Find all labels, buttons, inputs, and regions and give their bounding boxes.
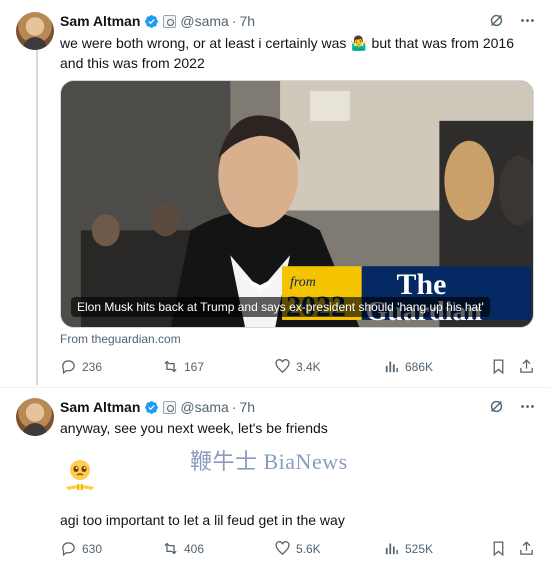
tweet-1[interactable]: Sam Altman @sama · 7h we were both wrong…: [0, 0, 550, 388]
share-icon: [520, 541, 533, 555]
heart-icon: [275, 541, 290, 556]
views-count: 686K: [405, 359, 434, 374]
avatar[interactable]: [16, 398, 54, 436]
tweet-text: we were both wrong, or at least i certai…: [60, 35, 514, 71]
link-card[interactable]: from 2022 The Guardian Elon Musk hits ba…: [60, 80, 534, 328]
bookmark-button[interactable]: [490, 358, 507, 375]
card-headline: Elon Musk hits back at Trump and says ex…: [71, 297, 490, 317]
views-button[interactable]: 686K: [383, 358, 433, 375]
pleading-face-emoji-icon: [66, 460, 94, 490]
like-button[interactable]: 3.4K: [274, 358, 321, 375]
views-chart-icon: [385, 361, 398, 373]
repost-count: 406: [184, 541, 205, 556]
svg-text:from: from: [290, 275, 316, 290]
views-button[interactable]: 525K: [383, 540, 433, 557]
reply-button[interactable]: 236: [60, 358, 102, 375]
more-options-icon[interactable]: [519, 398, 536, 415]
tweet-text-line-1: anyway, see you next week, let's be frie…: [60, 420, 328, 436]
verified-badge-icon: [145, 400, 159, 414]
header-separator: ·: [231, 13, 237, 29]
tweet-time[interactable]: 7h: [240, 13, 256, 29]
repost-count: 167: [184, 359, 205, 374]
reply-count: 630: [82, 541, 103, 556]
bookmark-icon: [493, 359, 504, 375]
like-count: 5.6K: [296, 541, 321, 556]
watermark-logo: 鞭牛士 BiaNews: [190, 449, 348, 474]
tweet-top-actions: [488, 12, 536, 29]
repost-icon: [164, 360, 177, 373]
thread-connector-line: [36, 50, 38, 385]
bookmark-button[interactable]: [490, 540, 507, 557]
author-handle[interactable]: @sama: [180, 13, 228, 29]
author-name[interactable]: Sam Altman: [60, 13, 140, 29]
tweet-top-actions: [488, 398, 536, 415]
heart-icon: [275, 359, 290, 374]
bookmark-icon: [493, 541, 504, 557]
share-button[interactable]: [518, 358, 535, 375]
reply-count: 236: [82, 359, 103, 374]
author-handle[interactable]: @sama: [180, 399, 228, 415]
reply-icon: [62, 360, 75, 375]
tweet-2[interactable]: Sam Altman @sama · 7h anyway, see you ne…: [0, 388, 550, 567]
repost-button[interactable]: 167: [162, 358, 204, 375]
tweet-header: Sam Altman @sama · 7h: [60, 12, 255, 30]
tweet-actions-bar: 630 406 5.6K 525K: [60, 540, 538, 560]
reply-icon: [62, 542, 75, 557]
share-button[interactable]: [518, 540, 535, 557]
verified-badge-icon: [145, 14, 159, 28]
tweet-time[interactable]: 7h: [240, 399, 256, 415]
like-button[interactable]: 5.6K: [274, 540, 321, 557]
article-photo: from 2022 The Guardian: [61, 81, 533, 327]
more-options-icon[interactable]: [519, 12, 536, 29]
affiliate-badge-icon: [163, 14, 177, 28]
reply-button[interactable]: 630: [60, 540, 102, 557]
header-separator: ·: [231, 399, 237, 415]
author-name[interactable]: Sam Altman: [60, 399, 140, 415]
views-chart-icon: [385, 543, 398, 555]
repost-icon: [164, 542, 177, 555]
affiliate-badge-icon: [163, 400, 177, 414]
tweet-text-line-2: agi too important to let a lil feud get …: [60, 512, 345, 528]
tweet-actions-bar: 236 167 3.4K 686K: [60, 358, 538, 378]
like-count: 3.4K: [296, 359, 321, 374]
share-icon: [520, 359, 533, 373]
avatar[interactable]: [16, 12, 54, 50]
repost-button[interactable]: 406: [162, 540, 204, 557]
grok-icon[interactable]: [488, 12, 505, 29]
tweet-header: Sam Altman @sama · 7h: [60, 398, 255, 416]
views-count: 525K: [405, 541, 434, 556]
card-source[interactable]: From theguardian.com: [60, 332, 181, 346]
grok-icon[interactable]: [488, 398, 505, 415]
